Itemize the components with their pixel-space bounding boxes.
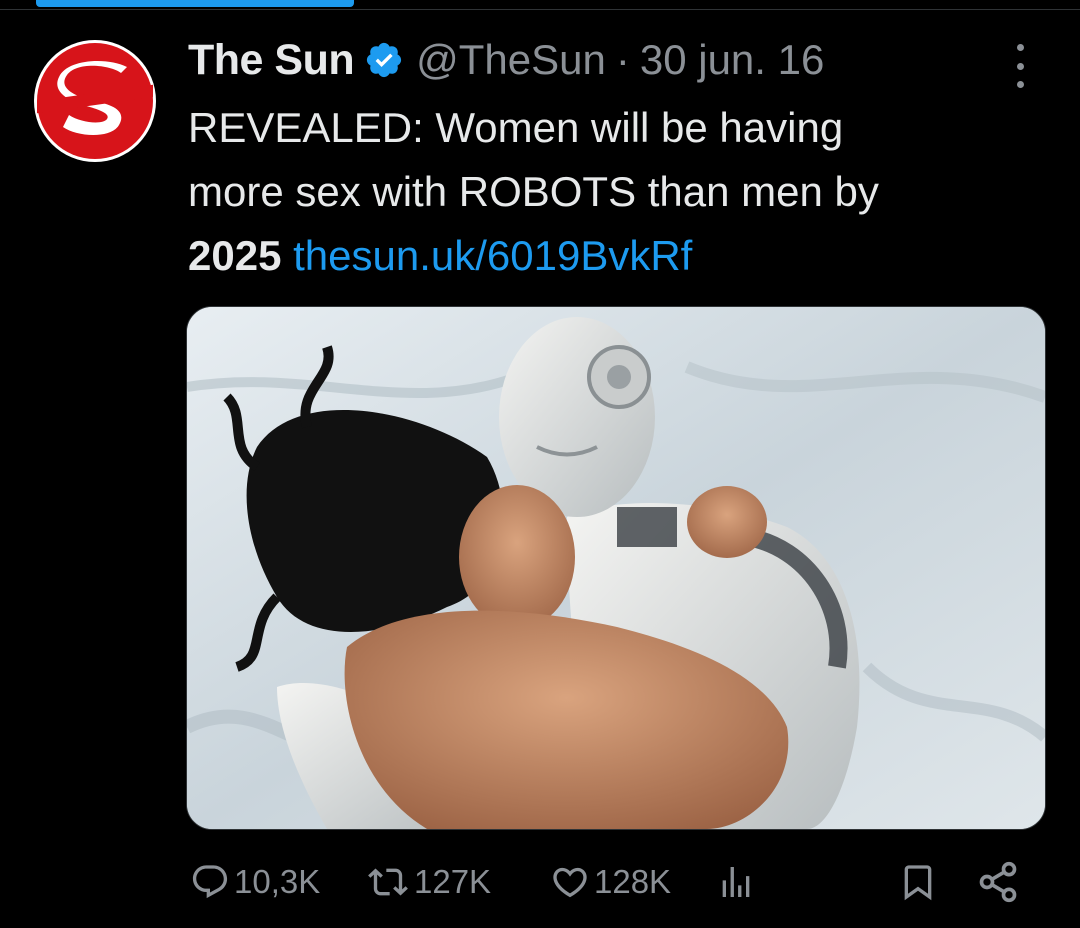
bookmark-icon: [898, 862, 938, 902]
share-icon: [976, 860, 1020, 904]
avatar[interactable]: [34, 40, 156, 162]
tweet-screen: The Sun @TheSun · 30 jun. 16 REVEALED: W…: [0, 0, 1080, 928]
loading-progress-bar: [36, 0, 354, 7]
tweet-text-year: 2025: [188, 232, 282, 279]
tweet-media-image[interactable]: [186, 306, 1046, 830]
divider: [0, 9, 1080, 10]
views-button[interactable]: [716, 852, 756, 912]
tweet-date[interactable]: 30 jun. 16: [640, 36, 825, 84]
media-illustration: [187, 307, 1045, 829]
like-button[interactable]: 128K: [550, 852, 671, 912]
verified-badge-icon[interactable]: [364, 40, 404, 80]
handle[interactable]: @TheSun: [416, 36, 606, 84]
reply-count: 10,3K: [234, 863, 321, 900]
the-sun-logo-icon: [37, 61, 153, 136]
tweet-text-line-2: more sex with ROBOTS than men by: [188, 168, 879, 215]
separator-dot: ·: [615, 36, 630, 83]
tweet-header: The Sun @TheSun · 30 jun. 16: [188, 34, 824, 86]
reply-icon: [190, 862, 230, 902]
share-button[interactable]: [976, 852, 1020, 912]
display-name[interactable]: The Sun: [188, 36, 355, 85]
tweet-text-line-1: REVEALED: Women will be having: [188, 104, 844, 151]
bookmark-button[interactable]: [898, 852, 938, 912]
repost-icon: [366, 862, 410, 902]
tweet-action-bar: 10,3K 127K 128K: [0, 852, 1080, 912]
tweet-text: REVEALED: Women will be having more sex …: [188, 96, 1038, 288]
reply-button[interactable]: 10,3K: [190, 852, 320, 912]
like-count: 128K: [594, 863, 672, 900]
repost-button[interactable]: 127K: [366, 852, 491, 912]
more-icon[interactable]: [1008, 44, 1032, 88]
tweet-text-line-3: 2025 thesun.uk/6019BvkRf: [188, 224, 1038, 288]
heart-icon: [550, 862, 590, 902]
views-icon: [716, 862, 756, 902]
the-sun-logo: [37, 43, 153, 159]
tweet-link[interactable]: thesun.uk/6019BvkRf: [293, 232, 692, 279]
repost-count: 127K: [414, 863, 492, 900]
